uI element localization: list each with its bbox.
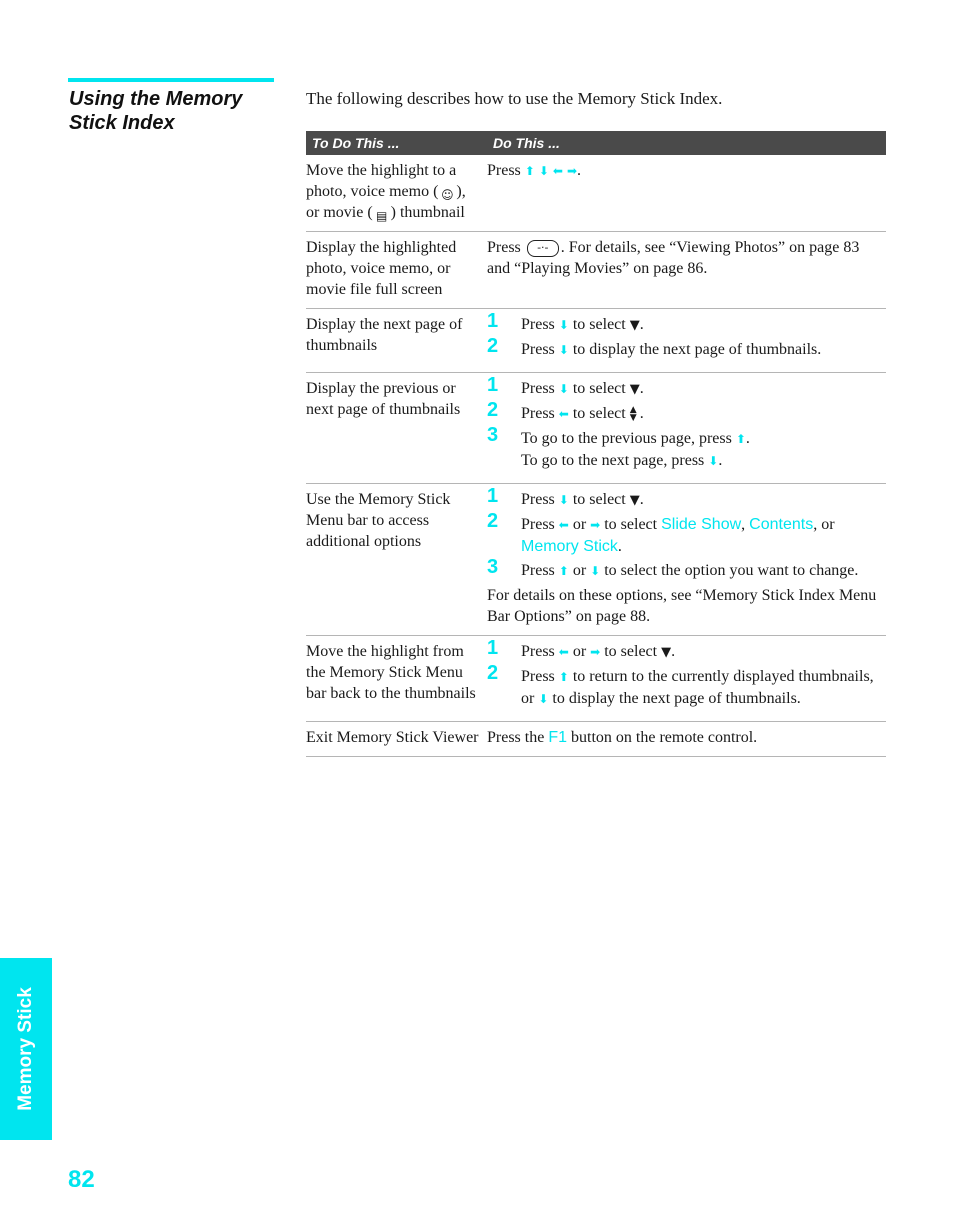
down-arrow-icon: ⬇ <box>558 382 569 396</box>
page-number: 82 <box>68 1166 95 1193</box>
memory-stick-link: Memory Stick <box>521 538 618 555</box>
action-cell: Press -·-. For details, see “Viewing Pho… <box>487 231 886 309</box>
step: 1 Press ⬅ or ➡ to select ▼. <box>487 637 676 661</box>
section-rule <box>68 78 274 82</box>
down-arrow-icon: ⬇ <box>558 493 569 507</box>
slide-show-link: Slide Show <box>661 516 742 533</box>
step-number: 2 <box>487 662 499 684</box>
step-number: 1 <box>487 374 499 396</box>
left-arrow-icon: ⬅ <box>558 645 569 659</box>
task-cell: Exit Memory Stick Viewer <box>306 721 487 757</box>
down-triangle-icon: ▼ <box>629 382 640 397</box>
left-arrow-icon: ⬅ <box>552 164 563 178</box>
voice-memo-icon: ☺ <box>441 187 454 202</box>
left-arrow-icon: ⬅ <box>558 407 569 421</box>
chapter-side-tab-label: Memory Stick <box>15 987 36 1111</box>
task-cell: Display the next page of thumbnails <box>306 308 487 373</box>
up-arrow-icon: ⬆ <box>524 164 535 178</box>
intro-text: The following describes how to use the M… <box>306 89 723 108</box>
step: 3 To go to the previous page, press ⬆. T… <box>487 424 750 470</box>
instructions-table: To Do This ... Do This ... Move the high… <box>306 131 886 757</box>
header-do-this: Do This ... <box>487 131 886 155</box>
task-cell: Use the Memory Stick Menu bar to access … <box>306 483 487 636</box>
step-number: 2 <box>487 335 499 357</box>
step: 1 Press ⬇ to select ▼. <box>487 310 644 334</box>
right-arrow-icon: ➡ <box>566 164 578 178</box>
down-arrow-icon: ⬇ <box>590 564 601 578</box>
table-row: Display the highlighted photo, voice mem… <box>306 231 886 309</box>
table-header-row: To Do This ... Do This ... <box>306 131 886 155</box>
action-cell: 1 Press ⬅ or ➡ to select ▼. 2 Press ⬆ to… <box>487 635 886 722</box>
step: 1 Press ⬇ to select ▼. <box>487 374 644 398</box>
left-arrow-icon: ⬅ <box>558 518 569 532</box>
task-cell: Display the previous or next page of thu… <box>306 372 487 484</box>
down-triangle-icon: ▼ <box>629 493 640 508</box>
table-row: Display the next page of thumbnails 1 Pr… <box>306 308 886 373</box>
down-arrow-icon: ⬇ <box>538 692 549 706</box>
down-arrow-icon: ⬇ <box>558 343 569 357</box>
table-row: Use the Memory Stick Menu bar to access … <box>306 483 886 636</box>
table-row: Move the highlight to a photo, voice mem… <box>306 155 886 232</box>
chapter-side-tab: Memory Stick <box>0 958 52 1140</box>
action-cell: Press the F1 button on the remote contro… <box>487 721 886 757</box>
enter-button-icon: -·- <box>526 239 559 257</box>
down-triangle-icon: ▼ <box>629 318 640 333</box>
action-cell: 1 Press ⬇ to select ▼. 2 Press ⬅ or ➡ to… <box>487 483 886 636</box>
task-cell: Move the highlight from the Memory Stick… <box>306 635 487 722</box>
down-arrow-icon: ⬇ <box>558 318 569 332</box>
action-cell: Press ⬆ ⬇ ⬅ ➡. <box>487 155 886 232</box>
up-arrow-icon: ⬆ <box>558 670 569 684</box>
step-number: 1 <box>487 485 499 507</box>
task-cell: Move the highlight to a photo, voice mem… <box>306 155 487 232</box>
note-text: For details on these options, see “Memor… <box>487 587 877 625</box>
step: 2 Press ⬅ to select ▲▼. <box>487 399 644 424</box>
right-arrow-icon: ➡ <box>590 518 601 532</box>
step: 2 Press ⬅ or ➡ to select Slide Show, Con… <box>487 510 835 556</box>
down-arrow-icon: ⬇ <box>538 164 549 178</box>
task-cell: Display the highlighted photo, voice mem… <box>306 231 487 309</box>
step-number: 2 <box>487 510 499 532</box>
f1-key-label: F1 <box>548 729 567 746</box>
step: 3 Press ⬆ or ⬇ to select the option you … <box>487 556 859 580</box>
step: 1 Press ⬇ to select ▼. <box>487 485 644 509</box>
section-title: Using the Memory Stick Index <box>69 88 243 134</box>
up-arrow-icon: ⬆ <box>735 432 746 446</box>
step: 2 Press ⬆ to return to the currently dis… <box>487 662 874 708</box>
action-cell: 1 Press ⬇ to select ▼. 2 Press ⬅ to sele… <box>487 372 886 484</box>
step-number: 1 <box>487 310 499 332</box>
step-number: 2 <box>487 399 499 421</box>
table-row: Display the previous or next page of thu… <box>306 372 886 484</box>
step-number: 3 <box>487 424 499 446</box>
down-triangle-icon: ▼ <box>661 645 672 660</box>
table-row: Exit Memory Stick Viewer Press the F1 bu… <box>306 721 886 757</box>
step-number: 1 <box>487 637 499 659</box>
down-arrow-icon: ⬇ <box>708 454 719 468</box>
step-number: 3 <box>487 556 499 578</box>
right-arrow-icon: ➡ <box>590 645 601 659</box>
contents-link: Contents <box>749 516 814 533</box>
step: 2 Press ⬇ to display the next page of th… <box>487 335 822 359</box>
action-cell: 1 Press ⬇ to select ▼. 2 Press ⬇ to disp… <box>487 308 886 373</box>
up-down-triangle-icon: ▲▼ <box>629 405 637 424</box>
movie-icon: ▤ <box>375 208 388 223</box>
header-to-do-this: To Do This ... <box>306 131 487 155</box>
up-arrow-icon: ⬆ <box>558 564 569 578</box>
table-row: Move the highlight from the Memory Stick… <box>306 635 886 722</box>
